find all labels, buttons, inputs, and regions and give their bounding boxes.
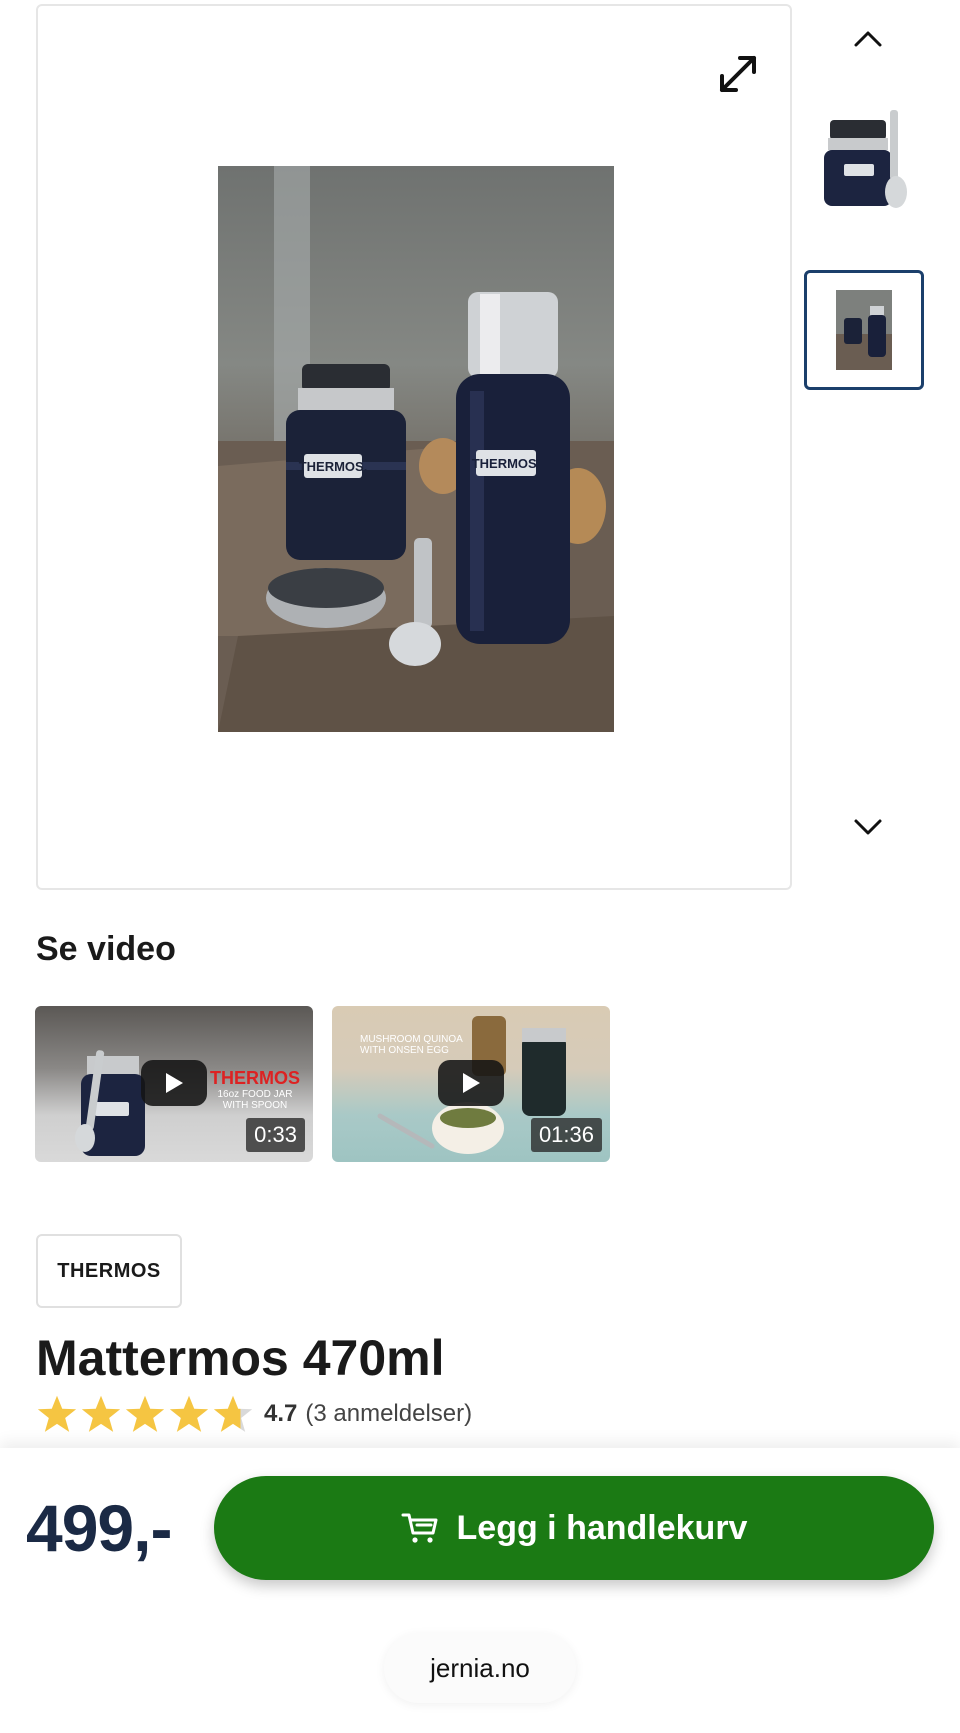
price: 499,- [26,1491,172,1565]
sticky-purchase-bar: 499,- Legg i handlekurv jernia.no [0,1448,960,1733]
food-jar-logo: THERMOS. [299,459,368,474]
thumbnail-2[interactable] [804,270,924,390]
star-icon [125,1395,165,1432]
product-title: Mattermos 470ml [36,1330,445,1386]
video-1-play-button[interactable] [141,1060,207,1106]
cart-icon [401,1513,438,1543]
play-icon [463,1073,480,1093]
video-2-caption-line-1: MUSHROOM QUINOA [360,1034,463,1045]
star-icon [81,1395,121,1432]
play-icon [166,1073,183,1093]
video-1-caption-line-2: WITH SPOON [222,1100,288,1111]
product-image-gallery: THERMOS. THERMOS. [36,4,792,890]
video-1-brand-text: THERMOS [210,1068,300,1088]
video-card-2[interactable]: MUSHROOM QUINOA WITH ONSEN EGG 01:36 [332,1006,610,1162]
brand-chip[interactable]: THERMOS [36,1234,182,1308]
expand-image-button[interactable] [706,42,770,106]
product-photo: THERMOS. THERMOS. [218,166,614,732]
add-to-cart-label: Legg i handlekurv [456,1508,748,1547]
video-1-caption-line-1: 16oz FOOD JAR [217,1089,293,1100]
video-2-duration: 01:36 [530,1118,602,1152]
set-thumbnail [836,290,892,370]
chevron-down-icon [854,819,882,835]
thumbnails-up-button[interactable] [840,10,896,66]
thumbnails-down-button[interactable] [840,800,896,856]
star-icon [37,1395,77,1432]
video-1-overlay-text: THERMOS 16oz FOOD JAR WITH SPOON [205,1068,305,1111]
video-2-overlay-text: MUSHROOM QUINOA WITH ONSEN EGG [360,1034,463,1056]
rating-summary[interactable]: 4.7 (3 anmeldelser) [36,1392,472,1436]
browser-domain-pill[interactable]: jernia.no [384,1633,576,1703]
star-icon [169,1395,209,1432]
video-card-1[interactable]: THERMOS 16oz FOOD JAR WITH SPOON 0:33 [35,1006,313,1162]
add-to-cart-button[interactable]: Legg i handlekurv [214,1476,934,1580]
video-2-play-button[interactable] [438,1060,504,1106]
video-2-caption-line-2: WITH ONSEN EGG [360,1045,449,1056]
star-rating [36,1394,254,1434]
expand-icon [720,56,756,92]
chevron-up-icon [854,31,882,47]
rating-value: 4.7 [264,1400,298,1427]
thumbnail-1[interactable] [804,100,924,220]
star-half-icon [213,1395,253,1432]
review-count: (3 anmeldelser) [305,1400,473,1427]
food-jar-thumbnail [824,110,907,208]
video-section-heading: Se video [36,930,176,968]
bottle-logo: THERMOS. [472,456,541,471]
video-1-duration: 0:33 [246,1118,305,1152]
